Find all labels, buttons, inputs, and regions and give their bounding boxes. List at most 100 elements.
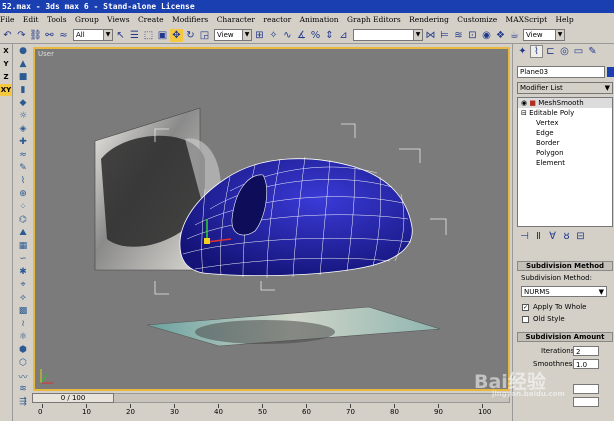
- render-type-dropdown[interactable]: View ▼: [523, 29, 565, 41]
- percent-snap-icon[interactable]: %: [309, 29, 322, 42]
- create-tab-icon[interactable]: ✦: [516, 45, 529, 58]
- axis-y-button[interactable]: Y: [0, 58, 12, 70]
- stack-item-edge[interactable]: Edge: [518, 128, 612, 138]
- stack-item-vertex[interactable]: Vertex: [518, 118, 612, 128]
- quick-render-icon[interactable]: ☕: [508, 29, 521, 42]
- wind-icon[interactable]: ⇶: [16, 396, 30, 408]
- hair-icon[interactable]: ≀: [16, 318, 30, 330]
- select-rotate-icon[interactable]: ↻: [184, 29, 197, 42]
- stack-item-element[interactable]: Element: [518, 158, 612, 168]
- track-bar[interactable]: 0 10 20 30 40 50 60 70 80 90 100: [33, 404, 510, 421]
- undo-icon[interactable]: ↶: [1, 29, 14, 42]
- named-selection-sets-dropdown[interactable]: ▼: [353, 29, 423, 41]
- reference-coordinate-dropdown[interactable]: View ▼: [214, 29, 252, 41]
- menu-maxscript[interactable]: MAXScript: [506, 15, 548, 24]
- pin-stack-icon[interactable]: ⊣: [518, 230, 531, 243]
- menu-rendering[interactable]: Rendering: [409, 15, 449, 24]
- schematic-view-icon[interactable]: ⊡: [466, 29, 479, 42]
- menu-edit[interactable]: Edit: [23, 15, 39, 24]
- modifier-list-dropdown[interactable]: Modifier List ▼: [517, 82, 613, 94]
- old-style-checkbox[interactable]: [522, 316, 529, 323]
- morph-icon[interactable]: ⌬: [16, 214, 30, 226]
- reactor-icon[interactable]: ⚛: [16, 331, 30, 343]
- apply-to-whole-checkbox[interactable]: ✓: [522, 304, 529, 311]
- stack-item-polygon[interactable]: Polygon: [518, 148, 612, 158]
- window-crossing-icon[interactable]: ▣: [156, 29, 169, 42]
- rollout-subdivision-method[interactable]: Subdivision Method: [517, 261, 613, 271]
- menu-modifiers[interactable]: Modifiers: [172, 15, 208, 24]
- object-color-swatch[interactable]: [607, 67, 614, 77]
- stack-item-border[interactable]: Border: [518, 138, 612, 148]
- menu-create[interactable]: Create: [138, 15, 164, 24]
- modify-tab-icon[interactable]: ⌇: [530, 45, 543, 58]
- display-tab-icon[interactable]: ▭: [572, 45, 585, 58]
- rope-icon[interactable]: 〰: [16, 370, 30, 383]
- menu-reactor[interactable]: reactor: [263, 15, 291, 24]
- select-scale-icon[interactable]: ◲: [198, 29, 211, 42]
- collapse-icon[interactable]: ⊟: [521, 109, 527, 117]
- select-object-icon[interactable]: ↖: [114, 29, 127, 42]
- utilities-tab-icon[interactable]: ✎: [586, 45, 599, 58]
- remove-modifier-icon[interactable]: ȣ: [560, 230, 573, 243]
- lightbulb-icon[interactable]: ◉: [521, 99, 527, 107]
- make-unique-icon[interactable]: ∀: [546, 230, 559, 243]
- stack-item-editable-poly[interactable]: ⊟ Editable Poly: [518, 108, 612, 118]
- hierarchy-tab-icon[interactable]: ⊏: [544, 45, 557, 58]
- configure-modifier-sets-icon[interactable]: ⊟: [574, 230, 587, 243]
- material-editor-icon[interactable]: ◉: [480, 29, 493, 42]
- mirror-icon[interactable]: ⋈: [424, 29, 437, 42]
- object-name-field[interactable]: Plane03: [517, 66, 605, 78]
- pivot-center-icon[interactable]: ⊞: [253, 29, 266, 42]
- menu-tools[interactable]: Tools: [47, 15, 67, 24]
- subdivision-method-dropdown[interactable]: NURMS ▼: [521, 286, 607, 297]
- named-selection-icon[interactable]: ⊿: [337, 29, 350, 42]
- stack-item-meshsmooth[interactable]: ◉ ■ MeshSmooth: [518, 98, 612, 108]
- redo-icon[interactable]: ↷: [15, 29, 28, 42]
- menu-character[interactable]: Character: [217, 15, 255, 24]
- motion-tab-icon[interactable]: ◎: [558, 45, 571, 58]
- link-icon[interactable]: ⛓: [29, 29, 42, 42]
- menu-graph-editors[interactable]: Graph Editors: [347, 15, 401, 24]
- spacewarp-icon[interactable]: ≈: [16, 149, 30, 161]
- teapot-icon[interactable]: ◆: [16, 97, 30, 109]
- unlink-icon[interactable]: ⚯: [43, 29, 56, 42]
- particle-icon[interactable]: ✱: [16, 266, 30, 278]
- menu-views[interactable]: Views: [107, 15, 129, 24]
- viewport-user[interactable]: User: [33, 47, 510, 391]
- menu-customize[interactable]: Customize: [457, 15, 497, 24]
- curve-editor-icon[interactable]: ≋: [452, 29, 465, 42]
- select-move-icon[interactable]: ✥: [170, 28, 183, 42]
- rollout-subdivision-amount[interactable]: Subdivision Amount: [517, 332, 613, 342]
- terrain-icon[interactable]: ⛰: [16, 227, 30, 239]
- bone-icon[interactable]: ⌖: [16, 279, 30, 291]
- selection-filter-dropdown[interactable]: All ▼: [73, 29, 113, 41]
- cylinder-icon[interactable]: ▮: [16, 84, 30, 96]
- light-icon[interactable]: ☼: [16, 110, 30, 122]
- cone-icon[interactable]: ▲: [16, 58, 30, 70]
- sphere-icon[interactable]: ●: [16, 45, 30, 57]
- menu-help[interactable]: Help: [556, 15, 574, 24]
- render-iterations-spinner[interactable]: [573, 384, 599, 394]
- scatter-icon[interactable]: ⁘: [16, 201, 30, 213]
- nurbs-icon[interactable]: ∽: [16, 253, 30, 265]
- cloth-icon[interactable]: ▩: [16, 305, 30, 317]
- iterations-spinner[interactable]: 2: [573, 346, 599, 356]
- menu-animation[interactable]: Animation: [300, 15, 339, 24]
- angle-snap-icon[interactable]: ∡: [295, 29, 308, 42]
- box-icon[interactable]: ■: [16, 71, 30, 83]
- render-scene-icon[interactable]: ❖: [494, 29, 507, 42]
- axis-x-button[interactable]: X: [0, 45, 12, 57]
- axis-xy-button[interactable]: XY: [0, 84, 12, 96]
- bind-spacewarp-icon[interactable]: ≈: [57, 29, 70, 42]
- camera-icon[interactable]: ◈: [16, 123, 30, 135]
- menu-group[interactable]: Group: [75, 15, 99, 24]
- helper-icon[interactable]: ✚: [16, 136, 30, 148]
- shape-icon[interactable]: ✎: [16, 162, 30, 174]
- menu-file[interactable]: File: [0, 15, 14, 24]
- show-end-result-icon[interactable]: Ⅱ: [532, 230, 545, 243]
- rigid-body-icon[interactable]: ⬢: [16, 344, 30, 356]
- soft-body-icon[interactable]: ⬡: [16, 357, 30, 369]
- patch-icon[interactable]: ▦: [16, 240, 30, 252]
- time-slider[interactable]: 0 / 100: [32, 393, 114, 403]
- ik-icon[interactable]: ⟡: [16, 292, 30, 304]
